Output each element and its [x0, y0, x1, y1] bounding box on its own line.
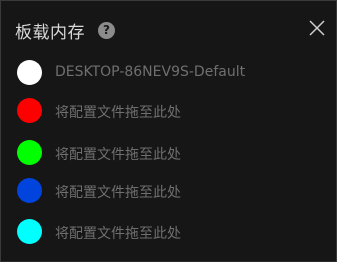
- onboard-memory-panel: 板载内存 ? DESKTOP-86NEV9S-Default 将配置文件拖至此处…: [0, 0, 337, 262]
- slot-label: 将配置文件拖至此处: [55, 147, 181, 163]
- profile-slot-2[interactable]: 将配置文件拖至此处: [1, 92, 336, 128]
- slot-color-dot: [17, 140, 42, 165]
- profile-slot-1[interactable]: DESKTOP-86NEV9S-Default: [1, 54, 336, 90]
- slot-color-dot: [17, 178, 42, 203]
- profile-slot-3[interactable]: 将配置文件拖至此处: [1, 134, 336, 170]
- slot-color-dot: [17, 60, 42, 85]
- close-icon[interactable]: [307, 18, 327, 38]
- panel-header: 板载内存 ?: [1, 1, 336, 52]
- profile-slot-5[interactable]: 将配置文件拖至此处: [1, 213, 336, 249]
- panel-title: 板载内存: [15, 23, 85, 43]
- slot-color-dot: [17, 219, 42, 244]
- profile-slot-4[interactable]: 将配置文件拖至此处: [1, 172, 336, 208]
- slot-label: 将配置文件拖至此处: [55, 226, 181, 242]
- slot-color-dot: [17, 98, 42, 123]
- slot-label: 将配置文件拖至此处: [55, 105, 181, 121]
- help-icon[interactable]: ?: [98, 22, 115, 39]
- slot-label: DESKTOP-86NEV9S-Default: [55, 64, 246, 80]
- slot-label: 将配置文件拖至此处: [55, 185, 181, 201]
